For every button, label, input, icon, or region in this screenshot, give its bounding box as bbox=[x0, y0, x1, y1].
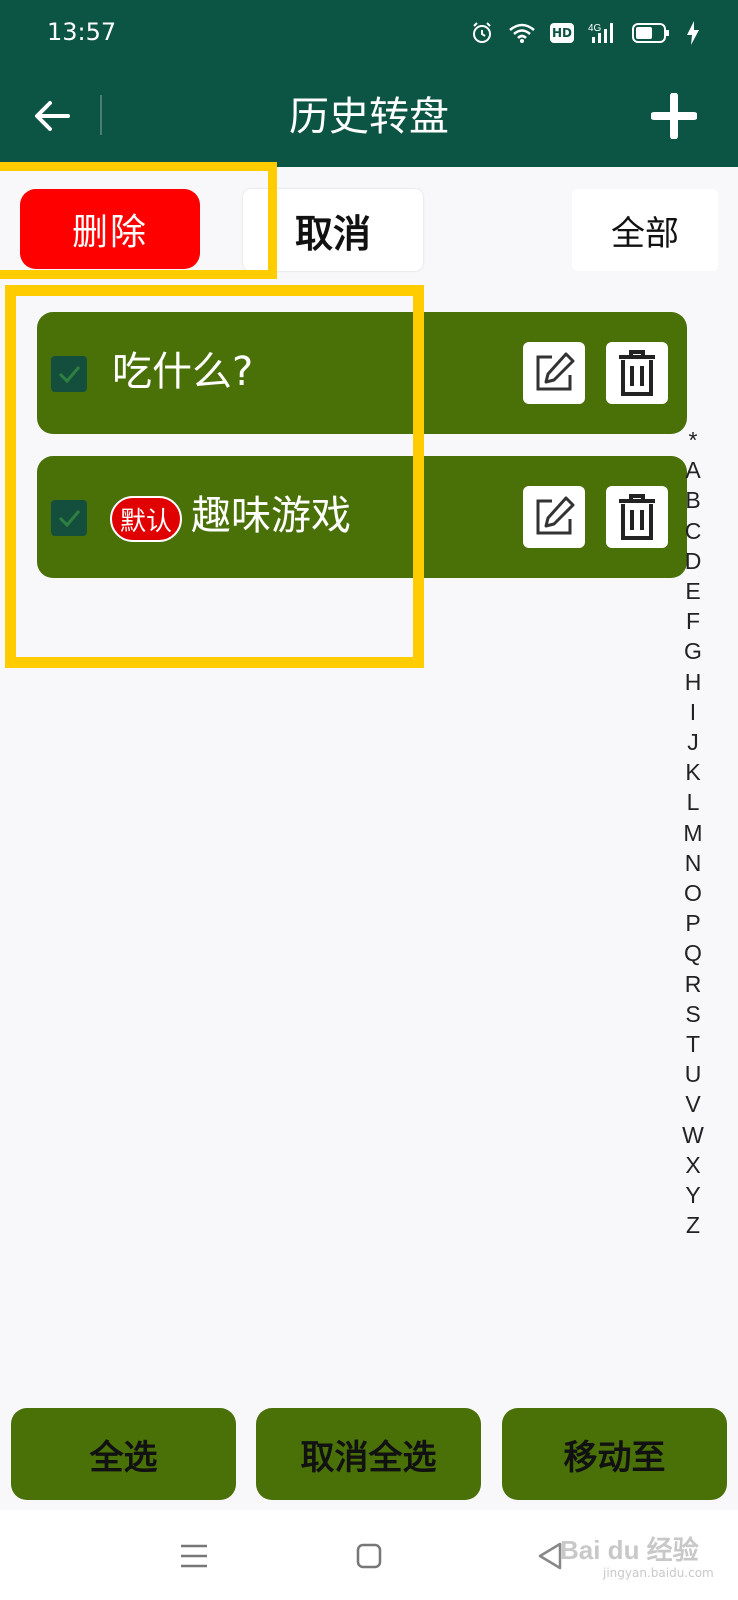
status-time: 13:57 bbox=[47, 18, 117, 46]
alpha-index-letter[interactable]: V bbox=[685, 1089, 700, 1119]
alpha-index-letter[interactable]: Z bbox=[686, 1210, 700, 1240]
trash-icon bbox=[619, 350, 655, 396]
watermark-logo: Bai du 经验 bbox=[560, 1535, 699, 1565]
page-title: 历史转盘 bbox=[289, 94, 449, 140]
alpha-index-letter[interactable]: Y bbox=[685, 1180, 700, 1210]
deselect-all-button[interactable]: 取消全选 bbox=[256, 1408, 481, 1500]
delete-item-button[interactable] bbox=[606, 486, 668, 548]
alpha-index-letter[interactable]: G bbox=[684, 636, 702, 666]
item-checkbox[interactable] bbox=[51, 500, 87, 536]
alpha-index-letter[interactable]: B bbox=[685, 485, 700, 515]
edit-icon bbox=[536, 352, 575, 391]
alpha-index-letter[interactable]: L bbox=[687, 787, 700, 817]
all-filter-button[interactable]: 全部 bbox=[572, 189, 718, 271]
home-square-icon bbox=[356, 1543, 382, 1569]
alpha-index-letter[interactable]: D bbox=[685, 546, 702, 576]
alpha-index-letter[interactable]: W bbox=[682, 1120, 704, 1150]
alpha-index-letter[interactable]: O bbox=[684, 878, 702, 908]
select-all-button[interactable]: 全选 bbox=[11, 1408, 236, 1500]
move-to-button[interactable]: 移动至 bbox=[502, 1408, 727, 1500]
alpha-index-letter[interactable]: P bbox=[685, 908, 700, 938]
check-icon bbox=[58, 510, 81, 528]
alpha-index-letter[interactable]: * bbox=[689, 425, 698, 455]
alpha-index-letter[interactable]: M bbox=[683, 818, 702, 848]
edit-button[interactable] bbox=[523, 486, 585, 548]
battery-icon bbox=[632, 23, 669, 43]
alpha-index-letter[interactable]: T bbox=[686, 1029, 700, 1059]
alpha-index-letter[interactable]: N bbox=[685, 848, 702, 878]
nav-menu-button[interactable] bbox=[172, 1534, 216, 1578]
watermark-url: jingyan.baidu.com bbox=[603, 1566, 714, 1580]
charging-icon bbox=[687, 21, 699, 45]
alpha-index-letter[interactable]: E bbox=[685, 576, 700, 606]
list-item[interactable]: 吃什么? bbox=[37, 312, 687, 434]
alphabet-index[interactable]: * A B C D E F G H I J K L M N O P Q R S T U V W X Y Z bbox=[680, 425, 706, 1240]
list-item[interactable]: 默认 趣味游戏 bbox=[37, 456, 687, 578]
edit-icon bbox=[536, 496, 575, 535]
alpha-index-letter[interactable]: F bbox=[686, 606, 700, 636]
add-button[interactable] bbox=[646, 88, 702, 144]
status-icons: HD 4G bbox=[470, 18, 700, 48]
alarm-icon bbox=[473, 22, 491, 43]
delete-button[interactable]: 删除 bbox=[20, 189, 200, 269]
alpha-index-letter[interactable]: K bbox=[685, 757, 700, 787]
plus-icon bbox=[651, 93, 697, 139]
hd-icon: HD bbox=[550, 23, 574, 43]
menu-icon bbox=[181, 1544, 207, 1568]
alpha-index-letter[interactable]: H bbox=[685, 667, 702, 697]
alpha-index-letter[interactable]: R bbox=[685, 969, 702, 999]
alpha-index-letter[interactable]: I bbox=[690, 697, 696, 727]
app-header: 13:57 HD 4G 历史转盘 bbox=[0, 0, 738, 167]
delete-item-button[interactable] bbox=[606, 342, 668, 404]
alpha-index-letter[interactable]: S bbox=[685, 999, 700, 1029]
check-icon bbox=[58, 366, 81, 384]
alpha-index-letter[interactable]: Q bbox=[684, 938, 702, 968]
trash-icon bbox=[619, 494, 655, 540]
cancel-button[interactable]: 取消 bbox=[243, 189, 423, 271]
nav-home-button[interactable] bbox=[347, 1534, 391, 1578]
alpha-index-letter[interactable]: A bbox=[685, 455, 700, 485]
wifi-icon bbox=[509, 23, 535, 43]
alpha-index-letter[interactable]: J bbox=[687, 727, 699, 757]
alpha-index-letter[interactable]: U bbox=[685, 1059, 702, 1089]
item-label: 趣味游戏 bbox=[191, 493, 351, 539]
network-label: 4G bbox=[588, 23, 602, 34]
default-badge: 默认 bbox=[110, 496, 182, 542]
edit-button[interactable] bbox=[523, 342, 585, 404]
alpha-index-letter[interactable]: X bbox=[685, 1150, 700, 1180]
item-label: 吃什么? bbox=[112, 349, 254, 395]
item-checkbox[interactable] bbox=[51, 356, 87, 392]
alpha-index-letter[interactable]: C bbox=[685, 516, 702, 546]
signal-4g-icon: 4G bbox=[588, 23, 613, 43]
